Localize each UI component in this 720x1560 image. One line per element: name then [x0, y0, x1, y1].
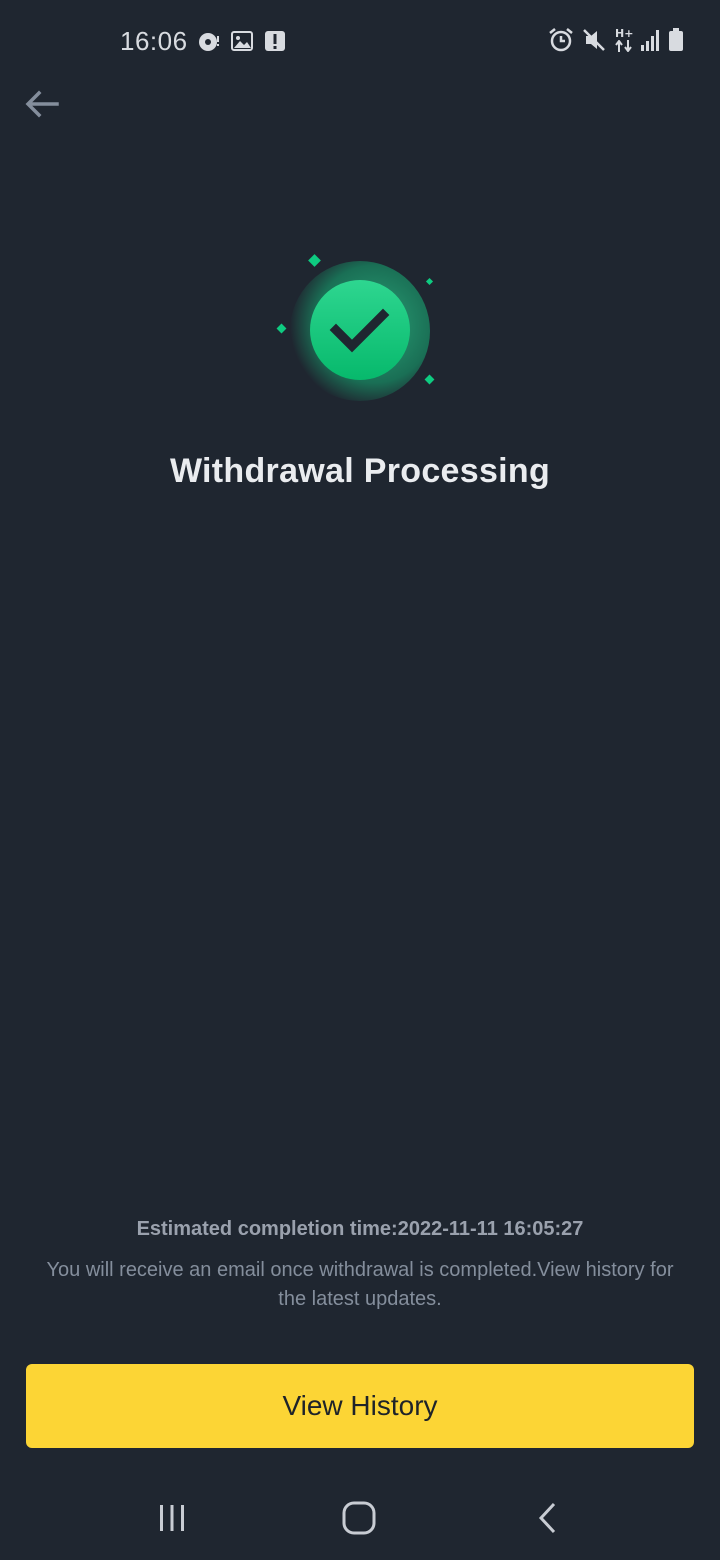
- signal-icon: [641, 30, 659, 51]
- sync-icon: [199, 33, 219, 51]
- h-plus-data-icon: H+: [614, 27, 634, 53]
- info-message: You will receive an email once withdrawa…: [46, 1259, 674, 1310]
- alert-icon: [265, 31, 285, 51]
- home-button[interactable]: [329, 1490, 389, 1546]
- system-back-button[interactable]: [517, 1490, 577, 1546]
- mute-icon: [583, 29, 605, 51]
- estimated-completion-time: Estimated completion time:2022-11-11 16:…: [136, 1218, 584, 1240]
- arrow-left-icon: [25, 90, 59, 118]
- status-bar: 16:06 H+: [0, 0, 720, 84]
- back-button[interactable]: [20, 82, 64, 126]
- recent-apps-button[interactable]: [142, 1490, 202, 1546]
- success-illustration: [270, 250, 450, 410]
- status-time: 16:06: [120, 26, 188, 56]
- recent-apps-icon: [160, 1505, 184, 1531]
- alarm-icon: [549, 28, 573, 52]
- back-icon: [538, 1502, 556, 1534]
- battery-icon: [669, 28, 683, 51]
- page-title: Withdrawal Processing: [169, 452, 551, 490]
- image-icon: [231, 31, 253, 51]
- data-label: H+: [615, 27, 634, 40]
- home-icon: [342, 1501, 376, 1535]
- system-nav-bar: [0, 1480, 720, 1560]
- view-history-button[interactable]: View History: [26, 1364, 694, 1448]
